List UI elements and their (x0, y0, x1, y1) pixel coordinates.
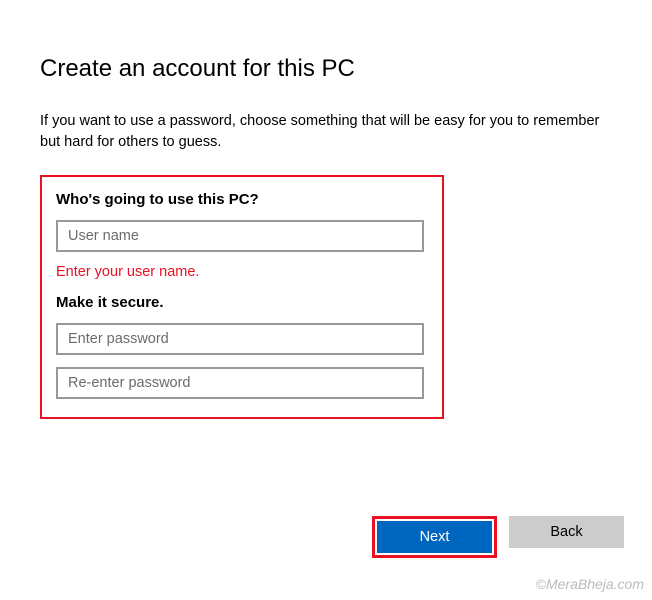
username-input[interactable] (56, 220, 424, 252)
button-row: Next Back (372, 516, 624, 558)
next-button[interactable]: Next (377, 521, 492, 553)
watermark: ©MeraBheja.com (536, 576, 644, 592)
next-button-highlight: Next (372, 516, 497, 558)
page-title: Create an account for this PC (40, 55, 612, 83)
password-input[interactable] (56, 323, 424, 355)
back-button[interactable]: Back (509, 516, 624, 548)
reenter-password-input[interactable] (56, 367, 424, 399)
form-highlight-box: Who's going to use this PC? Enter your u… (40, 175, 444, 419)
page-description: If you want to use a password, choose so… (40, 111, 612, 153)
username-error-text: Enter your user name. (56, 264, 428, 280)
username-section-label: Who's going to use this PC? (56, 191, 428, 208)
password-section-label: Make it secure. (56, 294, 428, 311)
